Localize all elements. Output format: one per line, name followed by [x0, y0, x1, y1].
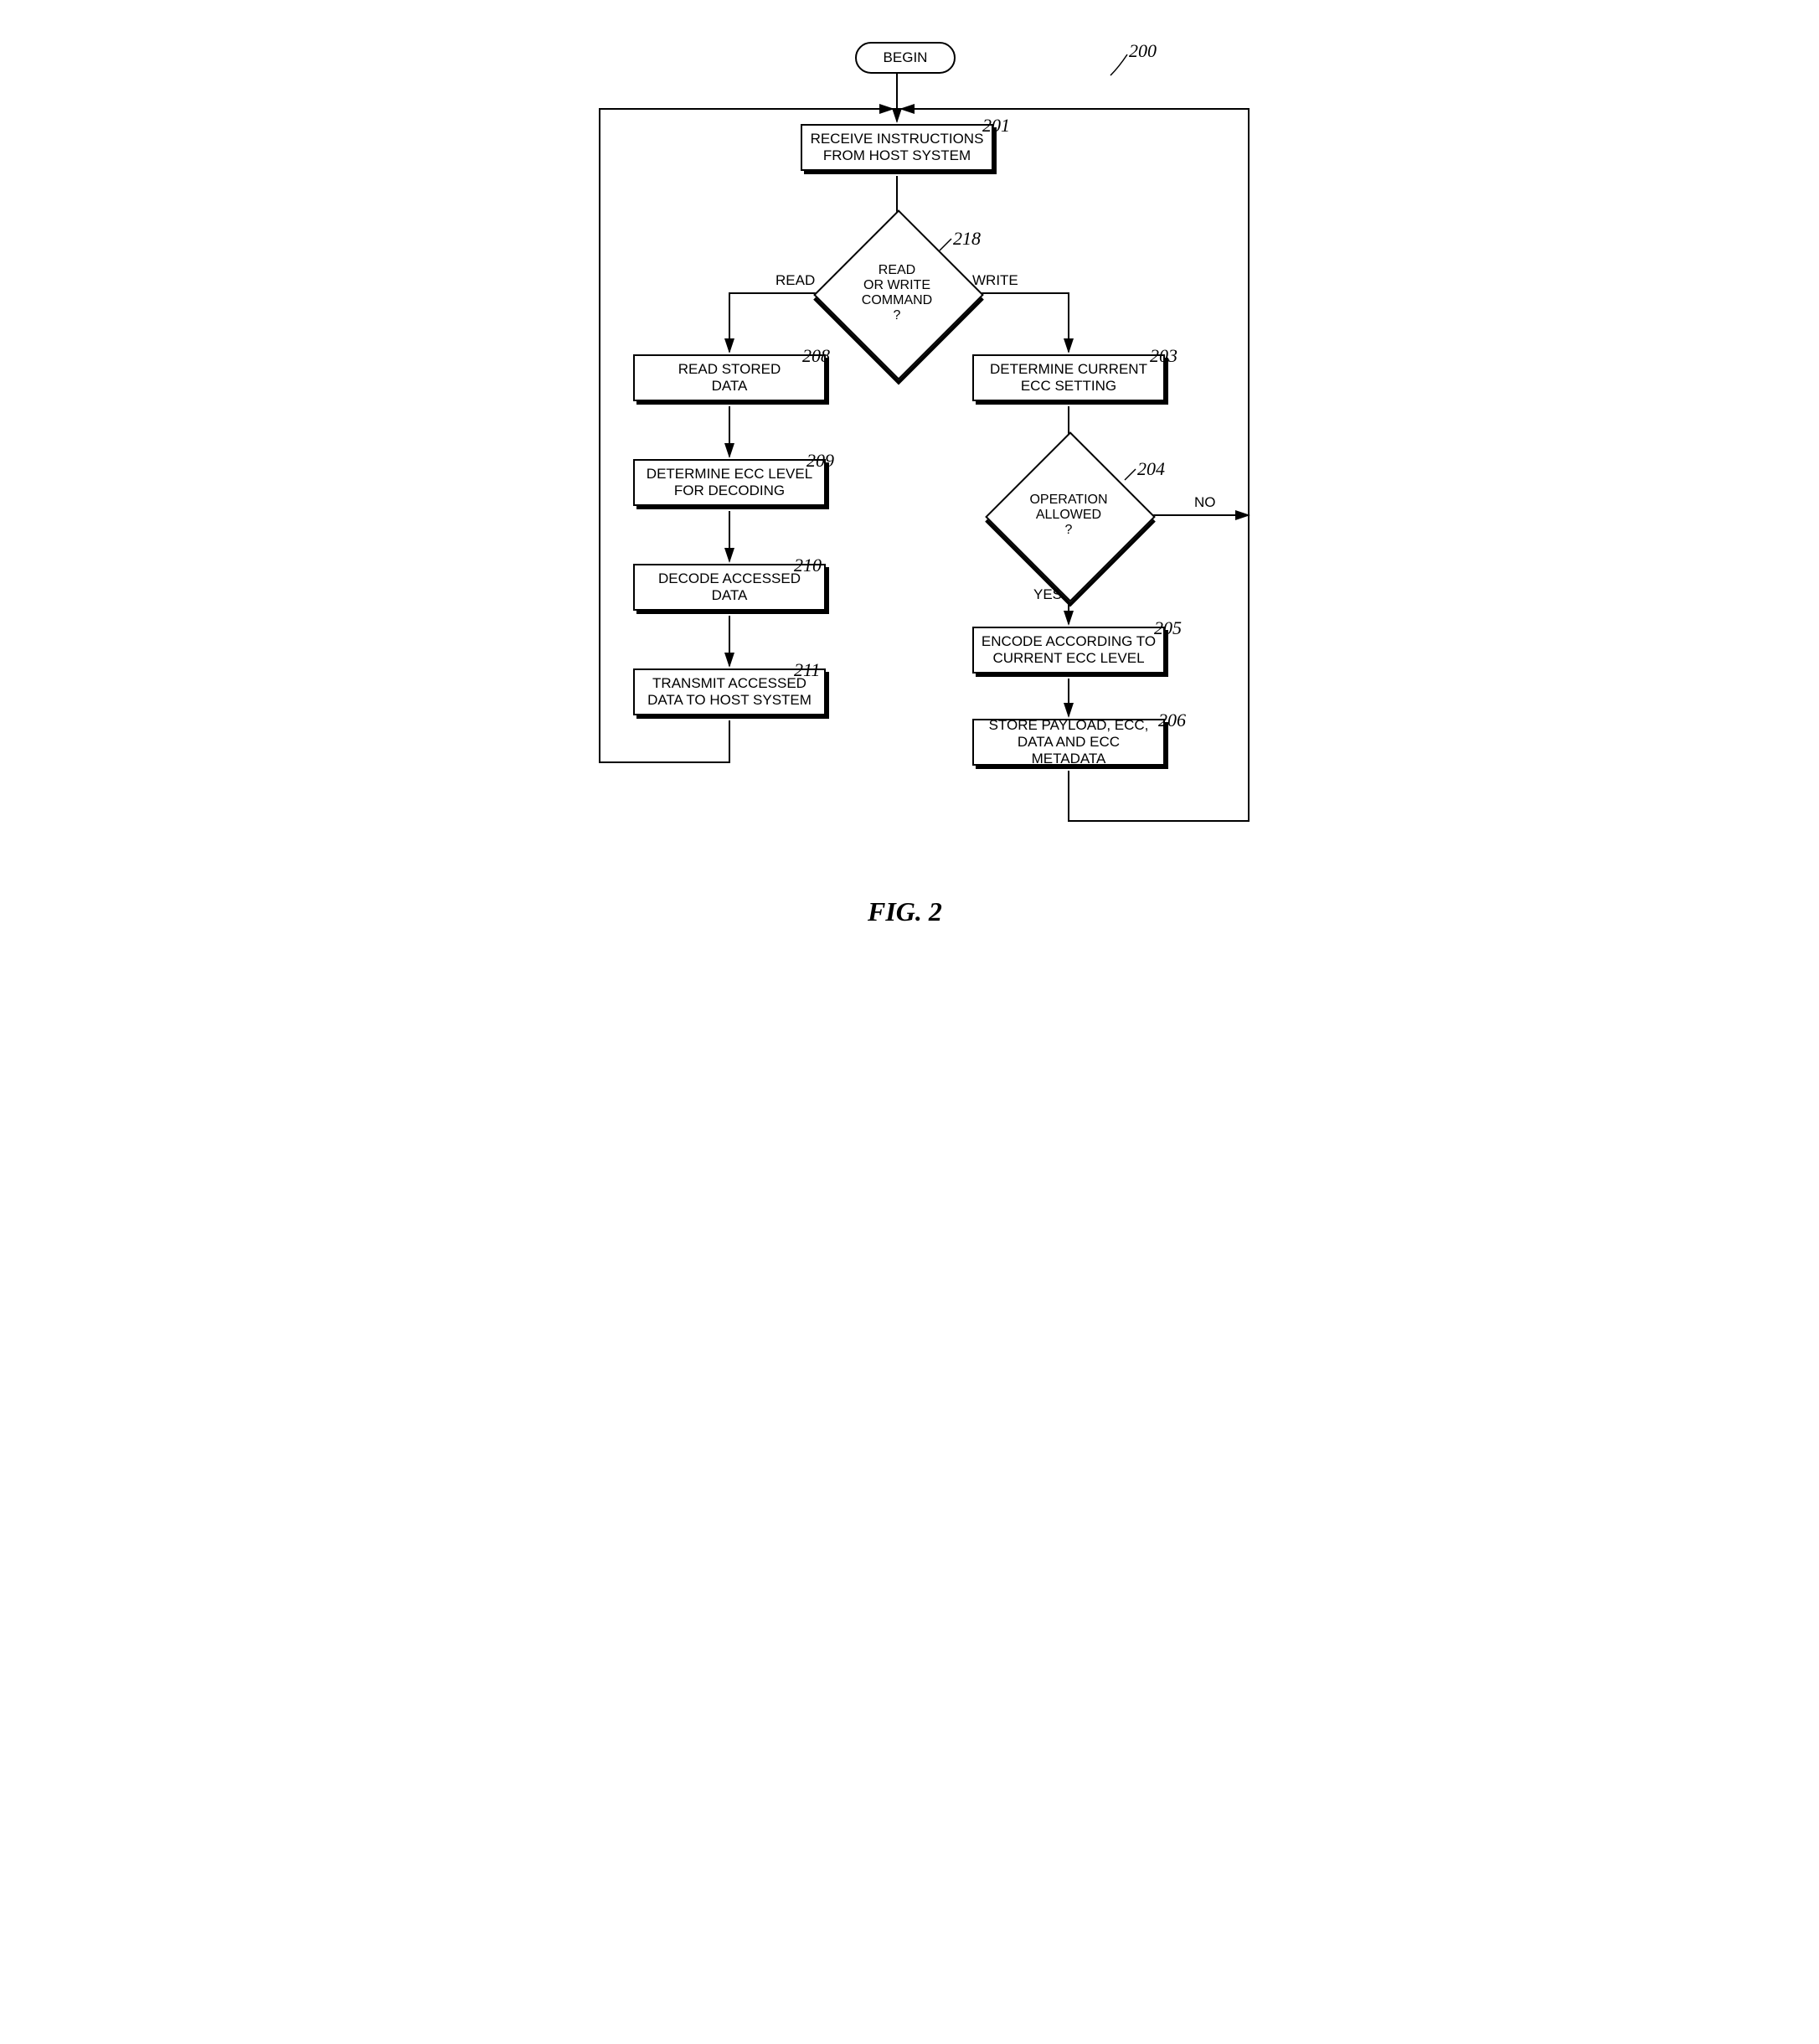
- figure-label: FIG. 2: [868, 896, 942, 927]
- callout-206: 206: [1158, 710, 1186, 731]
- callout-210: 210: [794, 555, 822, 576]
- step-203: DETERMINE CURRENT ECC SETTING: [972, 354, 1165, 401]
- step-205-text: ENCODE ACCORDING TO CURRENT ECC LEVEL: [982, 633, 1156, 667]
- decision-204-text: OPERATION ALLOWED ?: [1014, 469, 1123, 561]
- step-208-text: READ STORED DATA: [678, 361, 781, 395]
- step-203-text: DETERMINE CURRENT ECC SETTING: [990, 361, 1147, 395]
- step-209-text: DETERMINE ECC LEVEL FOR DECODING: [647, 466, 812, 499]
- callout-203: 203: [1150, 345, 1177, 367]
- callout-205: 205: [1154, 617, 1182, 639]
- decision-204-no: NO: [1194, 494, 1216, 511]
- callout-209: 209: [806, 450, 834, 472]
- decision-218-right-label: WRITE: [972, 272, 1018, 289]
- decision-218-text: READ OR WRITE COMMAND ?: [843, 243, 951, 343]
- callout-201: 201: [982, 115, 1010, 137]
- callout-218: 218: [953, 228, 981, 250]
- callout-211: 211: [794, 659, 820, 681]
- figure-callout-200: 200: [1129, 40, 1157, 62]
- step-209: DETERMINE ECC LEVEL FOR DECODING: [633, 459, 826, 506]
- decision-204-yes: YES: [1033, 586, 1062, 603]
- flowchart-diagram: BEGIN 200 RECEIVE INSTRUCTIONS FROM HOST…: [533, 34, 1286, 972]
- step-205: ENCODE ACCORDING TO CURRENT ECC LEVEL: [972, 627, 1165, 674]
- step-206: STORE PAYLOAD, ECC, DATA AND ECC METADAT…: [972, 719, 1165, 766]
- decision-218-left-label: READ: [776, 272, 815, 289]
- callout-208: 208: [802, 345, 830, 367]
- begin-terminator: BEGIN: [855, 42, 956, 74]
- step-211-text: TRANSMIT ACCESSED DATA TO HOST SYSTEM: [647, 675, 812, 709]
- step-210-text: DECODE ACCESSED DATA: [642, 570, 817, 604]
- step-208: READ STORED DATA: [633, 354, 826, 401]
- step-201-text: RECEIVE INSTRUCTIONS FROM HOST SYSTEM: [811, 131, 984, 164]
- callout-204: 204: [1137, 458, 1165, 480]
- step-201: RECEIVE INSTRUCTIONS FROM HOST SYSTEM: [801, 124, 993, 171]
- begin-label: BEGIN: [884, 49, 928, 66]
- step-206-text: STORE PAYLOAD, ECC, DATA AND ECC METADAT…: [981, 717, 1157, 767]
